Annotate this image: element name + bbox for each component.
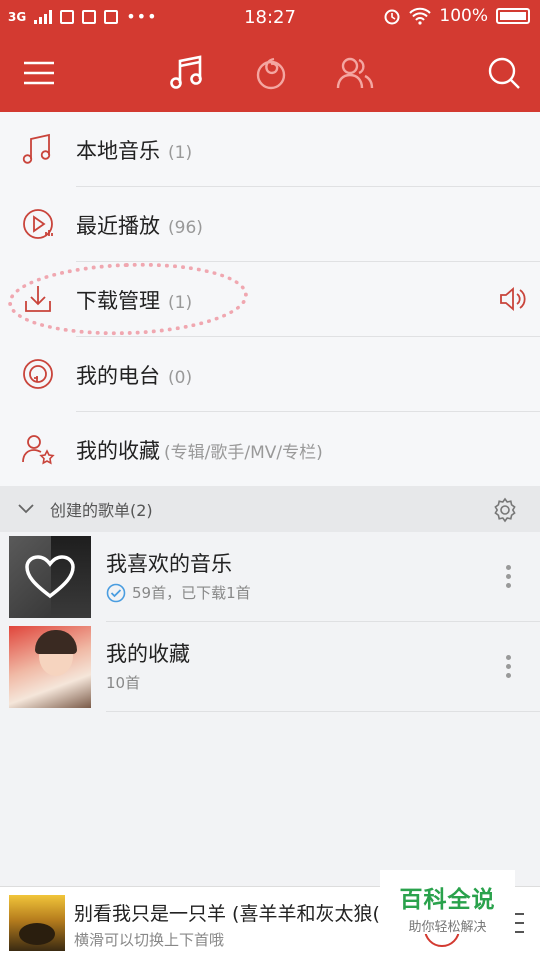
chevron-down-icon <box>18 504 34 514</box>
menu-item-count: (0) <box>168 367 193 388</box>
menu-item-my-collection[interactable]: 我的收藏 (专辑/歌手/MV/专栏) <box>0 412 540 487</box>
menu-icon <box>24 61 54 85</box>
music-note-icon <box>170 55 202 89</box>
status-bar: 3G ••• 18:27 100% <box>0 0 540 34</box>
tab-discover[interactable] <box>248 34 294 112</box>
watermark-logo: 百科全说 助你轻松解决 <box>380 870 515 935</box>
playlist-meta: 59首，已下载1首 <box>132 584 251 602</box>
music-note-icon <box>22 133 51 164</box>
section-title: 创建的歌单(2) <box>50 501 153 520</box>
divider <box>106 711 540 712</box>
alarm-icon <box>384 9 400 25</box>
playlist-name: 我的收藏 <box>106 642 190 666</box>
recent-play-icon <box>23 209 53 239</box>
collection-person-star-icon <box>22 435 55 465</box>
menu-item-label: 我的收藏 <box>76 438 160 463</box>
speaker-icon[interactable] <box>498 286 526 312</box>
gear-icon[interactable] <box>492 497 518 523</box>
menu-item-count: (专辑/歌手/MV/专栏) <box>164 442 323 463</box>
playlist-name: 我喜欢的音乐 <box>106 552 232 576</box>
menu-item-count: (96) <box>168 217 203 238</box>
menu-item-label: 最近播放 <box>76 213 160 238</box>
wifi-icon <box>409 7 432 25</box>
swipe-hint: 横滑可以切换上下首哦 <box>74 931 225 949</box>
tab-friends[interactable] <box>332 34 378 112</box>
playlist-meta: 10首 <box>106 674 141 692</box>
watermark-subtitle: 助你轻松解决 <box>408 920 487 935</box>
playlist-favorites[interactable]: 我喜欢的音乐 59首，已下载1首 <box>0 532 540 622</box>
album-art <box>9 895 65 951</box>
heart-icon <box>25 555 75 599</box>
more-options-icon[interactable] <box>504 652 512 682</box>
friends-icon <box>336 57 374 89</box>
more-options-icon[interactable] <box>504 562 512 592</box>
menu-item-label: 本地音乐 <box>76 138 160 163</box>
playlist-cover <box>9 536 91 618</box>
downloaded-check-icon <box>106 583 126 602</box>
playlist-cover <box>9 626 91 708</box>
menu-item-recent-play[interactable]: 最近播放 (96) <box>0 187 540 262</box>
search-button[interactable] <box>484 34 524 112</box>
menu-item-my-radio[interactable]: 我的电台 (0) <box>0 337 540 412</box>
battery-percent: 100% <box>439 6 488 26</box>
battery-icon <box>496 8 530 24</box>
search-icon <box>488 57 520 89</box>
menu-item-count: (1) <box>168 142 193 163</box>
app-bar <box>0 34 540 112</box>
menu-button[interactable] <box>18 34 60 112</box>
playlist-my-collection[interactable]: 我的收藏 10首 <box>0 622 540 712</box>
netease-logo-icon <box>256 57 286 90</box>
menu-item-label: 我的电台 <box>76 363 160 388</box>
song-title: 别看我只是一只羊 (喜羊羊和灰太狼(主题曲) <box>74 903 384 925</box>
radio-icon <box>23 359 53 389</box>
watermark-title: 百科全说 <box>399 887 496 913</box>
tab-music[interactable] <box>160 34 212 112</box>
created-playlists-header[interactable]: 创建的歌单(2) <box>0 486 540 532</box>
menu-item-local-music[interactable]: 本地音乐 (1) <box>0 112 540 187</box>
